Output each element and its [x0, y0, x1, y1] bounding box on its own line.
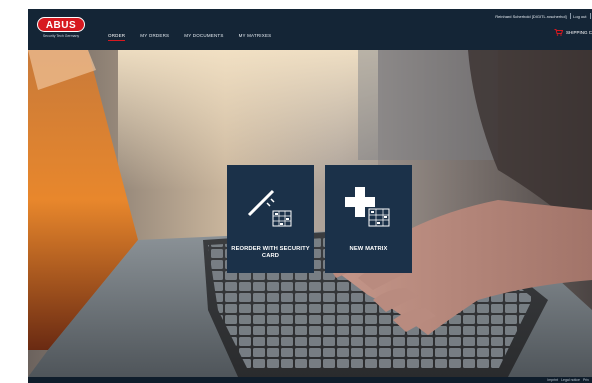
hero-background: REORDER WITH SECURITY CARD NEW MATRIX	[28, 50, 592, 377]
new-matrix-label: NEW MATRIX	[349, 246, 388, 252]
logout-link[interactable]: Log out	[573, 14, 586, 19]
main-nav: ORDER MY ORDERS MY DOCUMENTS MY MATRIXES	[108, 33, 272, 41]
user-bar: Reinhard Scherhold [DIGITL.roscherhol] L…	[495, 13, 590, 19]
top-header: ABUS Security Tech Germany ORDER MY ORDE…	[28, 9, 592, 50]
footer-link-imprint[interactable]: Imprint	[547, 378, 558, 382]
reorder-security-card-label: REORDER WITH SECURITY CARD	[231, 246, 310, 259]
footer: Imprint Legal notice Priv	[28, 377, 592, 383]
footer-link-privacy[interactable]: Priv	[583, 378, 589, 382]
footer-link-legal-notice[interactable]: Legal notice	[561, 378, 580, 382]
abus-logo[interactable]: ABUS Security Tech Germany	[37, 17, 89, 41]
shipping-cart-link[interactable]: SHIPPING C	[554, 29, 592, 36]
nav-item-order[interactable]: ORDER	[108, 33, 126, 41]
portal-page: ABUS Security Tech Germany ORDER MY ORDE…	[28, 9, 592, 383]
nav-item-my-orders[interactable]: MY ORDERS	[140, 33, 169, 38]
reorder-security-card-tile[interactable]: REORDER WITH SECURITY CARD	[227, 165, 314, 273]
nav-item-my-matrixes[interactable]: MY MATRIXES	[239, 33, 272, 38]
footer-links: Imprint Legal notice Priv	[547, 378, 589, 382]
plus-grid-icon	[345, 187, 390, 227]
shipping-cart-label: SHIPPING C	[565, 30, 592, 35]
logo-tagline: Security Tech Germany	[42, 34, 80, 38]
new-matrix-tile[interactable]: NEW MATRIX	[325, 165, 412, 273]
user-name[interactable]: Reinhard Scherhold [DIGITL.roscherhol]	[495, 14, 566, 19]
logo-badge: ABUS	[37, 17, 85, 32]
key-card-icon	[247, 189, 292, 227]
cart-icon	[554, 29, 563, 36]
divider	[589, 13, 590, 19]
nav-item-my-documents[interactable]: MY DOCUMENTS	[184, 33, 223, 38]
divider	[569, 13, 571, 19]
